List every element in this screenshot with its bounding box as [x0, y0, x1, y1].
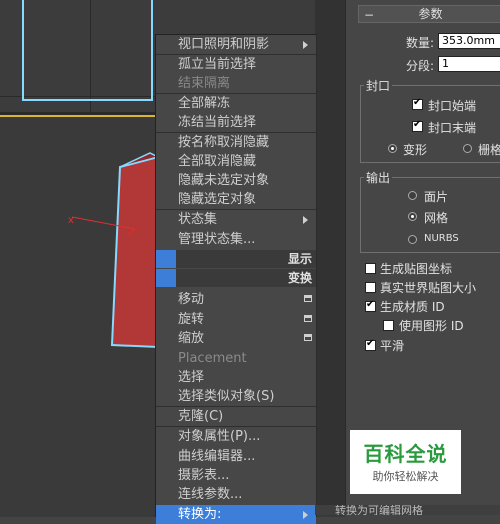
morph-radio[interactable] [388, 144, 397, 153]
amount-spinner[interactable]: 353.0mm [438, 33, 500, 49]
submenu-arrow-icon [303, 41, 308, 49]
quad-menu: 视口照明和阴影 孤立当前选择 结束隔离 全部解冻 冻结当前选择 按名称取消隐藏 … [155, 34, 317, 524]
menu-item-unfreeze-all[interactable]: 全部解冻 [156, 94, 316, 113]
watermark-title: 百科全说 [363, 442, 448, 466]
grid-label: 栅格 [478, 143, 500, 157]
gen-mapping-label: 生成贴图坐标 [380, 262, 453, 276]
menu-item-curve-editor[interactable]: 曲线编辑器... [156, 447, 316, 466]
quad-header-display: 显示 [156, 250, 316, 268]
gen-mat-ids-checkbox[interactable] [365, 299, 376, 312]
menu-item-move[interactable]: 移动 [156, 290, 316, 309]
selected-object-outline [22, 0, 153, 101]
menu-item-hide-selection[interactable]: 隐藏选定对象 [156, 190, 316, 209]
menu-item-isolate-selection[interactable]: 孤立当前选择 [156, 55, 316, 74]
submenu-hint: 转换为可编辑网格 [315, 505, 500, 515]
submenu-arrow-icon [303, 511, 308, 519]
menu-item-clone[interactable]: 克隆(C) [156, 407, 316, 426]
cap-start-checkbox[interactable] [412, 97, 423, 110]
quad-color-marker [156, 269, 176, 287]
quad-header-transform: 变换 [156, 269, 316, 287]
smooth-checkbox[interactable] [365, 338, 376, 351]
menu-item-dope-sheet[interactable]: 摄影表... [156, 466, 316, 485]
object-front-face [110, 155, 159, 349]
menu-item-select[interactable]: 选择 [156, 368, 316, 387]
menu-item-freeze-selection[interactable]: 冻结当前选择 [156, 113, 316, 132]
smooth-label: 平滑 [380, 339, 405, 353]
menu-item-state-sets[interactable]: 状态集 [156, 210, 316, 229]
cap-end-checkbox[interactable] [412, 119, 423, 132]
menu-item-viewport-lighting[interactable]: 视口照明和阴影 [156, 35, 316, 54]
rollout-parameters[interactable]: − 参数 [358, 5, 500, 23]
mesh-radio[interactable] [408, 212, 417, 221]
nurbs-radio[interactable] [408, 235, 417, 244]
submenu-arrow-icon [303, 216, 308, 224]
patch-label: 面片 [424, 190, 449, 204]
capping-group-label: 封口 [364, 77, 393, 94]
real-world-checkbox[interactable] [365, 282, 376, 293]
patch-radio[interactable] [408, 191, 417, 200]
use-shape-ids-label: 使用图形 ID [399, 319, 464, 333]
mesh-label: 网格 [424, 211, 449, 225]
output-group-label: 输出 [364, 169, 393, 186]
settings-box-icon[interactable] [304, 295, 312, 302]
quad-color-marker [156, 250, 176, 268]
axis-x-label: x [68, 215, 74, 226]
settings-box-icon[interactable] [304, 315, 312, 322]
menu-item-manage-state-sets[interactable]: 管理状态集... [156, 230, 316, 249]
real-world-label: 真实世界贴图大小 [380, 281, 477, 295]
menu-item-select-similar[interactable]: 选择类似对象(S) [156, 387, 316, 406]
menu-item-unhide-by-name[interactable]: 按名称取消隐藏 [156, 133, 316, 152]
cap-start-label: 封口始端 [428, 99, 477, 113]
menu-item-end-isolate[interactable]: 结束隔离 [156, 74, 316, 93]
viewport-edge [315, 0, 345, 515]
segments-label: 分段: [406, 59, 435, 73]
gen-mat-ids-label: 生成材质 ID [380, 300, 445, 314]
amount-label: 数量: [406, 36, 435, 50]
menu-item-placement[interactable]: Placement [156, 349, 316, 368]
morph-label: 变形 [403, 143, 428, 157]
menu-item-wire-parameters[interactable]: 连线参数... [156, 485, 316, 504]
menu-item-rotate[interactable]: 旋转 [156, 310, 316, 329]
menu-item-scale[interactable]: 缩放 [156, 329, 316, 348]
menu-item-unhide-all[interactable]: 全部取消隐藏 [156, 152, 316, 171]
nurbs-label: NURBS [424, 233, 459, 244]
watermark-subtitle: 助你轻松解决 [372, 470, 439, 483]
settings-box-icon[interactable] [304, 334, 312, 341]
gen-mapping-checkbox[interactable] [365, 263, 376, 274]
cap-end-label: 封口末端 [428, 121, 477, 135]
watermark-logo: 百科全说 助你轻松解决 [350, 430, 461, 494]
grid-radio[interactable] [463, 144, 472, 153]
menu-item-hide-unselected[interactable]: 隐藏未选定对象 [156, 171, 316, 190]
use-shape-ids-checkbox[interactable] [383, 320, 394, 331]
segments-spinner[interactable]: 1 [438, 56, 500, 72]
menu-item-object-properties[interactable]: 对象属性(P)... [156, 427, 316, 446]
